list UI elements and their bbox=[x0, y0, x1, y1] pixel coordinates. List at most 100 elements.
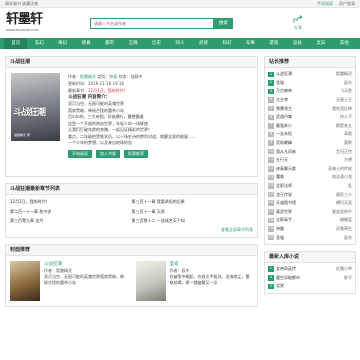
rank-number: 20 bbox=[268, 234, 274, 241]
rank-book-name[interactable]: 全职法师 bbox=[276, 183, 324, 189]
rank-book-name[interactable]: 龙王传说 bbox=[276, 192, 324, 198]
chapter-link[interactable]: 第三百十一章 天养 bbox=[132, 208, 254, 217]
rank-item[interactable]: 18 全职高手 蝴蝶蓝 bbox=[268, 216, 352, 225]
book-meta-row: 作者：骷髅精灵 类别：修真 状态：连载中 bbox=[68, 74, 143, 79]
rank-book-name[interactable]: 万古神帝 bbox=[276, 88, 324, 94]
rank-book-name[interactable]: 大主宰 bbox=[276, 97, 324, 103]
search-button[interactable]: 搜索 bbox=[214, 17, 233, 29]
rank-item[interactable]: 6 武道丹尊 徐公子 bbox=[268, 113, 352, 122]
rank-title: 站长推荐 bbox=[265, 57, 355, 68]
new-books-title: 最新入库小说 bbox=[265, 251, 355, 263]
rank-book-author: 骷髅精灵 bbox=[336, 71, 352, 77]
book-category-link[interactable]: 修真 bbox=[109, 74, 117, 79]
rank-item[interactable]: 5 雪鹰领主 我吃西红柿 bbox=[268, 104, 352, 113]
book-intro: 双月当空，无限可能的英魂世界 孤寂黑暗，神秘古怪的嚣杀小岛 百into的，三大帝… bbox=[68, 101, 196, 145]
rank-book-name[interactable]: 武道丹尊 bbox=[276, 114, 324, 120]
rank-item[interactable]: 16 天道图书馆 横扫天涯 bbox=[268, 199, 352, 208]
rank-book-name[interactable]: 武炼巅峰 bbox=[276, 140, 324, 146]
rank-book-name[interactable]: 重生异能都市 bbox=[276, 275, 324, 281]
add-bookshelf-button[interactable]: 加入书架 bbox=[96, 149, 120, 158]
rank-book-name[interactable]: 五行天 bbox=[276, 157, 324, 163]
rank-item[interactable]: 3 万古神帝 飞天鱼 bbox=[268, 87, 352, 96]
rank-book-name[interactable]: 我从凡间来 bbox=[276, 149, 324, 155]
rank-book-name[interactable]: 全职高手 bbox=[276, 217, 324, 223]
rank-item[interactable]: 9 武炼巅峰 莫默 bbox=[268, 139, 352, 148]
nav-item[interactable]: 修真 bbox=[74, 38, 97, 49]
rank-number: 13 bbox=[268, 174, 274, 181]
rank-number: 4 bbox=[268, 97, 274, 103]
rank-item[interactable]: 20 圣墟 辰东 bbox=[268, 233, 352, 242]
nav-item[interactable]: 历史 bbox=[145, 38, 168, 49]
rank-item[interactable]: 1 女帝奇英传 优雅小爷 bbox=[268, 265, 352, 274]
rank-item[interactable]: 17 真武世界 蚕茧里的牛 bbox=[268, 208, 352, 217]
recommend-item[interactable]: 圣墟 作者：辰东 在破败中崛起，在寂灭中复苏。沧海成尘，雷电枯竭，那一缕幽雾又一… bbox=[135, 260, 254, 301]
chapter-link[interactable]: 第三百十一章 我要承担的后果 bbox=[132, 198, 254, 207]
rank-item[interactable]: 1 斗战狂潮 骷髅精灵 bbox=[268, 70, 352, 79]
rank-book-name[interactable]: 女帝奇英传 bbox=[276, 266, 324, 272]
rank-item[interactable]: 7 最强弃少 鹅是老五 bbox=[268, 122, 352, 131]
chapter-link[interactable]: 第三百零九章 金丹 bbox=[10, 217, 132, 226]
rank-book-name[interactable]: 雪鹰领主 bbox=[276, 106, 324, 112]
nav-item[interactable]: 科幻 bbox=[215, 38, 238, 49]
recommend-item[interactable]: 斗战狂潮 作者：骷髅精灵 双月当空，无限可能的英魂世界孤寂黑暗，神秘古怪的嚣杀小… bbox=[10, 260, 128, 301]
login-link[interactable]: 用户登录 bbox=[339, 1, 355, 7]
book-cover[interactable]: 斗战狂潮 骷髅精灵 著 bbox=[11, 73, 60, 141]
rank-item[interactable]: 2 圣墟 辰东 bbox=[268, 79, 352, 88]
rank-item[interactable]: 8 一念永恒 耳根 bbox=[268, 130, 352, 139]
rank-item[interactable]: 4 大主宰 天蚕土豆 bbox=[268, 96, 352, 105]
nav-item[interactable]: 武侠 bbox=[192, 38, 215, 49]
rank-item[interactable]: 19 帝霸 厌笔萧生 bbox=[268, 225, 352, 234]
rank-item[interactable]: 3 北冥 bbox=[268, 282, 352, 291]
share-button[interactable]: 分享 bbox=[293, 15, 303, 31]
main-column: 斗战狂潮 斗战狂潮 骷髅精灵 著 作者：骷髅精灵 类别：修真 状态：连载中 更新… bbox=[5, 56, 258, 313]
rank-book-name[interactable]: 圣墟 bbox=[276, 235, 324, 241]
nav-item[interactable]: 军事 bbox=[239, 38, 262, 49]
nav-item[interactable]: 灵异 bbox=[309, 38, 332, 49]
nav-item[interactable]: 其他 bbox=[333, 38, 356, 49]
rank-book-name[interactable]: 真武世界 bbox=[276, 209, 324, 215]
rank-book-name[interactable]: 北冥 bbox=[276, 283, 324, 289]
rank-book-name[interactable]: 斗战狂潮 bbox=[276, 71, 324, 77]
rank-item[interactable]: 11 五行天 方想 bbox=[268, 156, 352, 165]
rank-book-name[interactable]: 魔临 bbox=[276, 174, 324, 180]
book-actions: 开始阅读 加入书架 投票推荐 bbox=[68, 149, 252, 158]
site-logo[interactable]: 轩墨轩 WWW.PRODUSE.COM bbox=[6, 11, 56, 35]
recommend-name[interactable]: 圣墟 bbox=[170, 261, 254, 268]
nav-item[interactable]: 同人 bbox=[168, 38, 191, 49]
rank-item[interactable]: 14 全职法师 乱 bbox=[268, 182, 352, 191]
book-author-link[interactable]: 骷髅精灵 bbox=[80, 74, 96, 79]
nav-item[interactable]: 玄幻 bbox=[27, 38, 50, 49]
rank-book-name[interactable]: 圣墟 bbox=[276, 80, 324, 86]
rank-book-name[interactable]: 修真聊天群 bbox=[276, 166, 324, 172]
rank-book-name[interactable]: 帝霸 bbox=[276, 226, 324, 232]
recommend-cover[interactable] bbox=[10, 260, 40, 301]
nav-item[interactable]: 竞技 bbox=[286, 38, 309, 49]
rank-item[interactable]: 12 修真聊天群 圣骑士的传说 bbox=[268, 165, 352, 174]
nav-item[interactable]: 游戏 bbox=[262, 38, 285, 49]
nav-item[interactable]: 奇幻 bbox=[51, 38, 74, 49]
vote-button[interactable]: 投票推荐 bbox=[124, 149, 148, 158]
mobile-read-link[interactable]: 手机阅读 bbox=[317, 1, 333, 7]
rank-item[interactable]: 15 龙王传说 唐家三少 bbox=[268, 190, 352, 199]
chapter-link[interactable]: 12月1日，我的时代！ bbox=[10, 198, 132, 207]
nav-item-home[interactable]: 首页 bbox=[4, 38, 28, 49]
share-icon bbox=[293, 15, 303, 23]
rank-book-author: 纯洁滴小龙 bbox=[332, 174, 352, 180]
nav-item[interactable]: 都市 bbox=[98, 38, 121, 49]
rank-book-name[interactable]: 天道图书馆 bbox=[276, 200, 324, 206]
nav-item[interactable]: 言情 bbox=[121, 38, 144, 49]
rank-item[interactable]: 2 重生异能都市 胖子 bbox=[268, 273, 352, 282]
rank-item[interactable]: 10 我从凡间来 言归正传 bbox=[268, 147, 352, 156]
rank-book-name[interactable]: 一念永恒 bbox=[276, 131, 324, 137]
chapter-link[interactable]: 第三百零十二 一战成名天下知 bbox=[132, 217, 254, 226]
top-bar-left[interactable]: 阅轩阁书 收藏注册 bbox=[5, 1, 38, 7]
rank-item[interactable]: 13 魔临 纯洁滴小龙 bbox=[268, 173, 352, 182]
search-input[interactable] bbox=[90, 17, 214, 29]
view-all-chapters-link[interactable]: 查看全部章节列表 bbox=[10, 226, 253, 234]
latest-chapter-link[interactable]: 12月1日，我的时代！ bbox=[88, 88, 128, 93]
chapter-link[interactable]: 第二百一十一章 急中求 bbox=[10, 208, 132, 217]
start-reading-button[interactable]: 开始阅读 bbox=[68, 149, 92, 158]
recommend-cover[interactable] bbox=[135, 260, 166, 301]
rank-book-name[interactable]: 最强弃少 bbox=[276, 123, 324, 129]
recommend-name[interactable]: 斗战狂潮 bbox=[44, 261, 128, 268]
